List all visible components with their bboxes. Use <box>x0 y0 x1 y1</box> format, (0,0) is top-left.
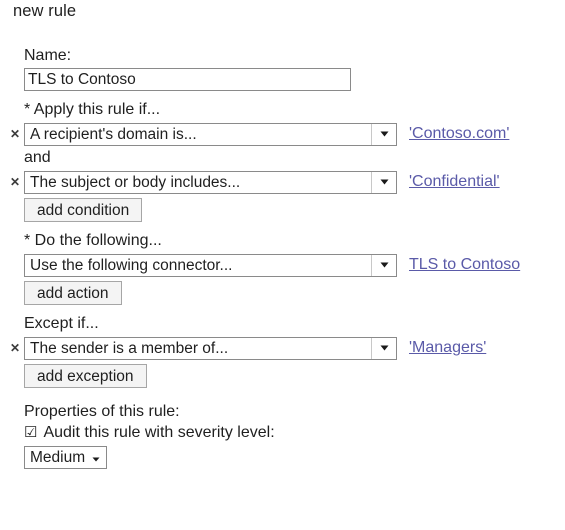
exception-predicate-select[interactable]: The sender is a member of... <box>24 336 397 360</box>
audit-checkbox-label: Audit this rule with severity level: <box>43 424 275 441</box>
actions-section-label: * Do the following... <box>24 232 162 249</box>
action-value-link[interactable]: TLS to Contoso <box>409 255 520 275</box>
exceptions-section-label: Except if... <box>24 315 99 332</box>
new-rule-form: Name: * Apply this rule if... ✕ A recipi… <box>0 46 565 469</box>
chevron-down-icon <box>371 254 396 276</box>
condition-value-link[interactable]: 'Confidential' <box>409 172 500 192</box>
properties-section-label: Properties of this rule: <box>24 403 180 420</box>
condition-predicate-select[interactable]: The subject or body includes... <box>24 170 397 194</box>
chevron-down-icon <box>371 337 396 359</box>
exceptions-section: Except if... ✕ The sender is a member of… <box>0 314 565 388</box>
chevron-down-icon <box>371 171 396 193</box>
name-field-group: Name: <box>0 46 565 91</box>
close-icon[interactable]: ✕ <box>9 128 21 140</box>
audit-checkbox-row: ☑ Audit this rule with severity level: <box>24 423 565 443</box>
condition-predicate-text: A recipient's domain is... <box>30 125 197 143</box>
close-icon[interactable]: ✕ <box>9 176 21 188</box>
conditions-section-label: * Apply this rule if... <box>24 101 161 118</box>
exception-row: ✕ The sender is a member of... 'Managers… <box>10 336 565 360</box>
add-condition-button[interactable]: add condition <box>24 198 143 222</box>
condition-value-link[interactable]: 'Contoso.com' <box>409 124 509 144</box>
condition-row: ✕ A recipient's domain is... 'Contoso.co… <box>10 122 565 146</box>
close-icon[interactable]: ✕ <box>9 342 21 354</box>
page-title: new rule <box>13 2 77 20</box>
add-action-button[interactable]: add action <box>24 281 122 305</box>
exception-value-link[interactable]: 'Managers' <box>409 338 486 358</box>
name-label: Name: <box>24 47 72 64</box>
condition-row: ✕ The subject or body includes... 'Confi… <box>10 170 565 194</box>
actions-section: * Do the following... Use the following … <box>0 231 565 305</box>
condition-predicate-text: The subject or body includes... <box>30 173 241 191</box>
checkbox-checked-icon[interactable]: ☑ <box>24 425 37 441</box>
conditions-conjunction: and <box>24 149 51 166</box>
conditions-section: * Apply this rule if... ✕ A recipient's … <box>0 100 565 222</box>
chevron-down-icon <box>92 449 100 467</box>
chevron-down-icon <box>371 123 396 145</box>
rule-name-input[interactable] <box>24 68 351 91</box>
severity-level-text: Medium <box>30 449 86 466</box>
action-row: Use the following connector... TLS to Co… <box>24 253 565 277</box>
add-exception-button[interactable]: add exception <box>24 364 147 388</box>
severity-level-select[interactable]: Medium <box>24 446 108 469</box>
condition-predicate-select[interactable]: A recipient's domain is... <box>24 122 397 146</box>
properties-section: Properties of this rule: ☑ Audit this ru… <box>0 402 565 469</box>
action-predicate-text: Use the following connector... <box>30 256 233 274</box>
exception-predicate-text: The sender is a member of... <box>30 339 229 357</box>
action-predicate-select[interactable]: Use the following connector... <box>24 253 397 277</box>
